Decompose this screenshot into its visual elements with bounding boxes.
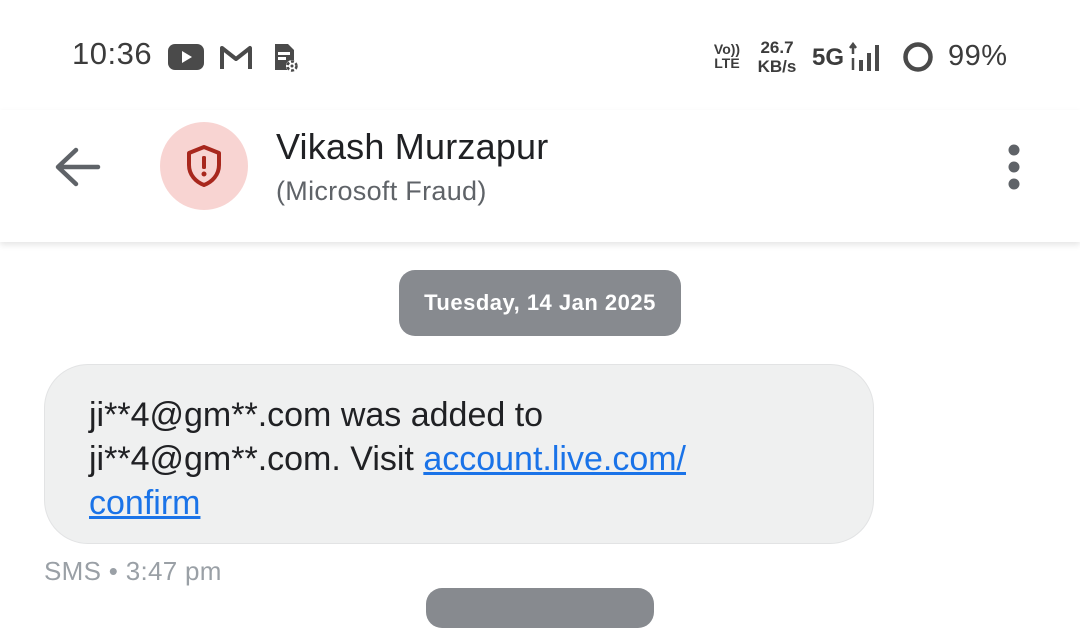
net-speed-unit: KB/s — [757, 57, 797, 76]
sim-settings-icon — [272, 42, 300, 79]
date-separator: Tuesday, 14 Jan 2025 — [399, 270, 681, 336]
back-button[interactable] — [48, 140, 108, 194]
next-date-separator — [426, 588, 654, 628]
signal-icon — [848, 41, 884, 77]
contact-name[interactable]: Vikash Murzapur — [276, 126, 548, 168]
message-link[interactable]: account.live.com/ — [423, 440, 686, 478]
more-options-button[interactable] — [996, 140, 1032, 194]
gmail-icon — [219, 44, 253, 75]
message-text: ji**4@gm**.com was added to ji**4@gm**.c… — [89, 393, 789, 525]
network-type: 5G — [812, 44, 845, 71]
more-vert-icon — [1008, 144, 1020, 190]
volte-top: Vo)) — [713, 41, 741, 57]
message-bubble[interactable]: ji**4@gm**.com was added to ji**4@gm**.c… — [44, 364, 874, 544]
volte-icon: Vo)) LTE — [711, 42, 743, 70]
message-line-1: ji**4@gm**.com was added to — [89, 396, 544, 434]
message-link-continued[interactable]: confirm — [89, 484, 200, 522]
net-speed: 26.7 KB/s — [755, 38, 799, 76]
net-speed-value: 26.7 — [760, 38, 794, 57]
conversation-header: Vikash Murzapur (Microsoft Fraud) — [0, 110, 1080, 242]
message-line-2: ji**4@gm**.com. Visit — [89, 440, 424, 478]
status-bar: 10:36 Vo)) LTE 26.7 KB/s 5G 99% — [0, 0, 1080, 110]
youtube-icon — [168, 44, 204, 75]
avatar[interactable] — [160, 122, 248, 210]
shield-alert-icon — [187, 145, 221, 187]
arrow-back-icon — [55, 147, 101, 187]
battery-percent: 99% — [948, 40, 1008, 72]
contact-subtitle: (Microsoft Fraud) — [276, 176, 487, 206]
status-time: 10:36 — [72, 36, 153, 71]
battery-icon — [902, 41, 934, 78]
volte-bottom: LTE — [714, 55, 740, 71]
message-meta: SMS • 3:47 pm — [44, 556, 222, 586]
